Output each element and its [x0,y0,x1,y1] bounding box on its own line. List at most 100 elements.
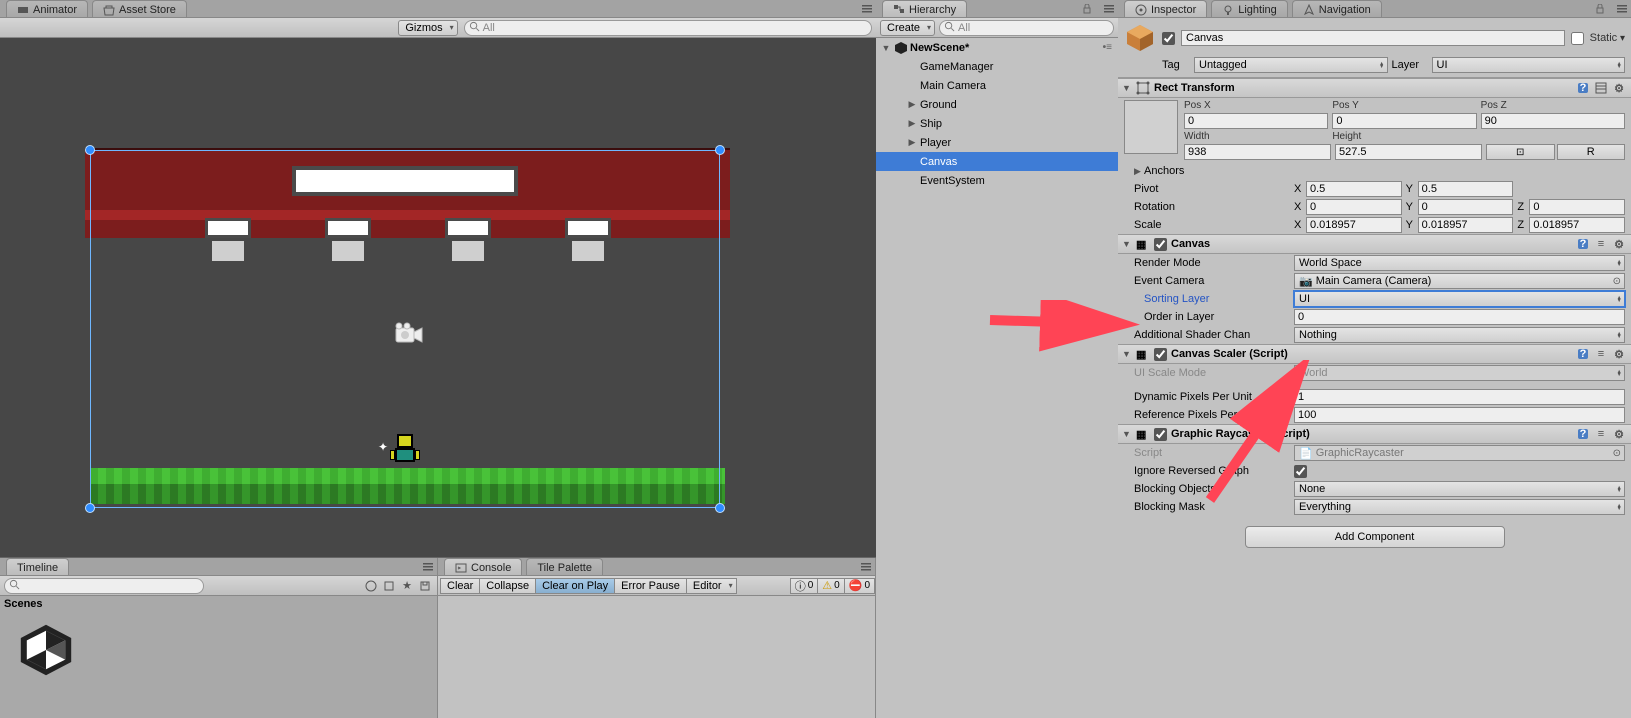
anchor-preset-button[interactable] [1124,100,1178,154]
canvas-selection-rect[interactable] [90,150,720,508]
gear-icon[interactable]: ⚙ [1611,236,1627,252]
hierarchy-item-ground[interactable]: ▶Ground [876,95,1118,114]
blueprint-mode-button[interactable]: ⊡ [1486,144,1555,160]
posy-field[interactable]: 0 [1332,113,1476,129]
pivot-y-field[interactable]: 0.5 [1418,181,1514,197]
scene-viewport[interactable]: ✦ [0,38,876,558]
component-canvas-scaler-header[interactable]: ▼ ▦ Canvas Scaler (Script) ?≡⚙ [1118,344,1631,364]
expand-arrow-icon[interactable]: ▶ [906,99,918,110]
filter-type-icon[interactable] [381,578,397,594]
expand-arrow-icon[interactable]: ▼ [880,43,892,53]
project-search-input[interactable] [4,578,204,594]
scene-options-icon[interactable]: •≡ [1103,42,1112,53]
width-field[interactable]: 938 [1184,144,1331,160]
hierarchy-item-canvas[interactable]: Canvas [876,152,1118,171]
hierarchy-item-eventsystem[interactable]: EventSystem [876,171,1118,190]
render-mode-dropdown[interactable]: World Space [1294,255,1625,271]
preset-icon[interactable] [1593,80,1609,96]
lock-icon[interactable] [1078,0,1096,17]
layer-dropdown[interactable]: UI [1432,57,1626,73]
rot-y-field[interactable]: 0 [1418,199,1514,215]
tab-tile-palette[interactable]: Tile Palette [526,558,603,575]
static-checkbox[interactable] [1571,32,1584,45]
hierarchy-item-main-camera[interactable]: Main Camera [876,76,1118,95]
gear-icon[interactable]: ⚙ [1611,80,1627,96]
ignore-reversed-checkbox[interactable] [1294,465,1307,478]
component-rect-transform-header[interactable]: ▼ Rect Transform ? ⚙ [1118,78,1631,98]
preset-icon[interactable]: ≡ [1593,346,1609,362]
hierarchy-scene-row[interactable]: ▼ NewScene* •≡ [876,38,1118,57]
console-clear-on-play-button[interactable]: Clear on Play [535,578,615,594]
console-editor-dropdown[interactable]: Editor▾ [686,578,737,594]
anchors-foldout[interactable]: ▶Anchors [1118,162,1631,180]
console-error-pause-button[interactable]: Error Pause [614,578,687,594]
console-info-count[interactable]: ⓘ0 [790,578,819,594]
expand-arrow-icon[interactable]: ▼ [1122,83,1132,93]
raycaster-enabled-checkbox[interactable] [1154,428,1167,441]
tab-animator[interactable]: Animator [6,0,88,17]
tab-timeline[interactable]: Timeline [6,558,69,575]
height-field[interactable]: 527.5 [1335,144,1482,160]
scale-y-field[interactable]: 0.018957 [1418,217,1514,233]
hierarchy-search-input[interactable]: All [939,20,1114,36]
panel-menu-icon[interactable] [1100,0,1118,17]
static-dropdown[interactable]: Static ▾ [1590,32,1625,44]
save-search-icon[interactable] [417,578,433,594]
help-icon[interactable]: ? [1575,236,1591,252]
pivot-x-field[interactable]: 0.5 [1306,181,1402,197]
preset-icon[interactable]: ≡ [1593,426,1609,442]
gameobject-cube-icon[interactable] [1124,22,1156,54]
hierarchy-item-gamemanager[interactable]: GameManager [876,57,1118,76]
sorting-layer-label[interactable]: Sorting Layer [1134,293,1294,305]
scale-z-field[interactable]: 0.018957 [1529,217,1625,233]
handle-tr[interactable] [715,145,725,155]
tab-lighting[interactable]: Lighting [1211,0,1288,17]
tag-dropdown[interactable]: Untagged [1194,57,1388,73]
blocking-objects-dropdown[interactable]: None [1294,481,1625,497]
help-icon[interactable]: ? [1575,426,1591,442]
add-component-button[interactable]: Add Component [1245,526,1505,548]
gameobject-name-input[interactable] [1181,30,1565,46]
additional-shader-dropdown[interactable]: Nothing [1294,327,1625,343]
panel-menu-icon[interactable] [1613,0,1631,17]
gizmos-dropdown[interactable]: Gizmos [398,20,457,36]
scale-x-field[interactable]: 0.018957 [1306,217,1402,233]
lock-icon[interactable] [1591,0,1609,17]
rot-x-field[interactable]: 0 [1306,199,1402,215]
preset-icon[interactable]: ≡ [1593,236,1609,252]
gameobject-active-checkbox[interactable] [1162,32,1175,45]
handle-br[interactable] [715,503,725,513]
rot-z-field[interactable]: 0 [1529,199,1625,215]
tab-navigation[interactable]: Navigation [1292,0,1382,17]
expand-arrow-icon[interactable]: ▶ [906,118,918,129]
handle-tl[interactable] [85,145,95,155]
posz-field[interactable]: 90 [1481,113,1625,129]
hierarchy-tree[interactable]: ▼ NewScene* •≡ GameManagerMain Camera▶Gr… [876,38,1118,718]
gear-icon[interactable]: ⚙ [1611,426,1627,442]
tab-hierarchy[interactable]: Hierarchy [882,0,967,17]
hierarchy-item-player[interactable]: ▶Player [876,133,1118,152]
help-icon[interactable]: ? [1575,80,1591,96]
panel-menu-icon[interactable] [419,558,437,575]
handle-bl[interactable] [85,503,95,513]
event-camera-field[interactable]: 📷Main Camera (Camera) [1294,273,1625,289]
tab-asset-store[interactable]: Asset Store [92,0,187,17]
console-warn-count[interactable]: ⚠0 [817,578,844,594]
order-in-layer-field[interactable]: 0 [1294,309,1625,325]
gear-icon[interactable]: ⚙ [1611,346,1627,362]
favorite-icon[interactable]: ★ [399,578,415,594]
hierarchy-create-dropdown[interactable]: Create [880,20,935,36]
scene-search-input[interactable]: All [464,20,872,36]
console-error-count[interactable]: ⛔0 [844,578,875,594]
tab-console[interactable]: Console [444,558,522,575]
console-collapse-button[interactable]: Collapse [479,578,536,594]
component-graphic-raycaster-header[interactable]: ▼ ▦ Graphic Raycaster (Script) ?≡⚙ [1118,424,1631,444]
component-canvas-header[interactable]: ▼ ▦ Canvas ?≡⚙ [1118,234,1631,254]
expand-arrow-icon[interactable]: ▶ [906,137,918,148]
filter-icon[interactable] [363,578,379,594]
sorting-layer-dropdown[interactable]: UI [1294,291,1625,307]
canvas-enabled-checkbox[interactable] [1154,238,1167,251]
panel-menu-icon[interactable] [858,0,876,17]
panel-menu-icon[interactable] [857,558,875,575]
raw-edit-button[interactable]: R [1557,144,1626,160]
